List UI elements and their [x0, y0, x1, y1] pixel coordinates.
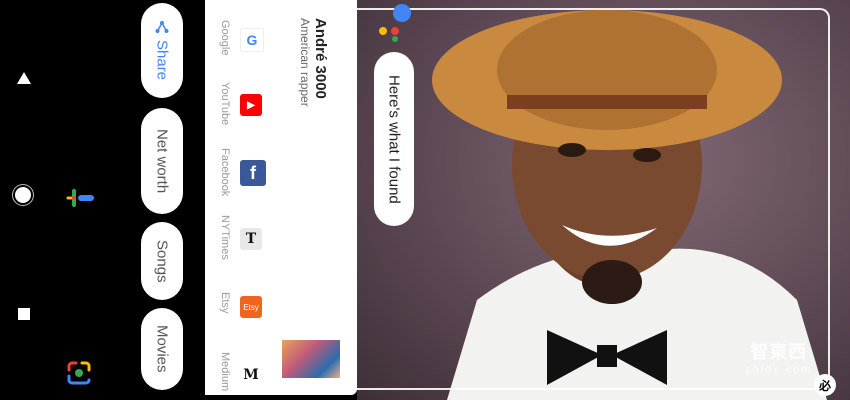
entity-subtitle: American rapper [298, 18, 312, 107]
navigation-bar [0, 0, 52, 400]
assistant-response-bubble: Here's what I found [374, 52, 414, 226]
facebook-icon[interactable]: f [240, 160, 266, 186]
source-label-etsy[interactable]: Etsy [219, 292, 231, 313]
source-label-google[interactable]: Google [219, 20, 231, 55]
movies-chip-label: Movies [153, 325, 171, 373]
google-g-icon[interactable]: G [240, 28, 264, 52]
source-label-medium[interactable]: Medium [219, 352, 231, 391]
movies-chip[interactable]: Movies [141, 308, 183, 390]
source-label-youtube[interactable]: YouTube [219, 82, 231, 125]
back-icon[interactable] [17, 72, 31, 84]
assistant-response-text: Here's what I found [385, 74, 403, 204]
share-chip[interactable]: Share [141, 3, 183, 98]
etsy-icon[interactable]: Etsy [240, 296, 262, 318]
songs-chip[interactable]: Songs [141, 222, 183, 300]
net-worth-chip-label: Net worth [153, 128, 171, 194]
assistant-mic-icon[interactable] [64, 186, 96, 210]
home-icon[interactable] [15, 187, 31, 203]
share-icon [155, 21, 169, 34]
net-worth-chip[interactable]: Net worth [141, 108, 183, 214]
nytimes-icon[interactable]: T [240, 228, 262, 250]
youtube-icon[interactable]: ▶ [240, 94, 262, 116]
share-chip-label: Share [153, 40, 171, 81]
watermark-logo: 智東西 [750, 342, 808, 362]
source-label-nytimes[interactable]: NYTimes [219, 215, 231, 260]
watermark: 智東西 zhidx.com [745, 338, 813, 376]
medium-icon[interactable]: M [240, 364, 262, 386]
entity-title: André 3000 [312, 18, 329, 99]
recent-apps-icon[interactable] [18, 308, 30, 320]
google-assistant-dots-icon [379, 4, 411, 42]
knowledge-card[interactable] [205, 0, 357, 395]
google-lens-icon[interactable] [66, 360, 92, 386]
source-label-facebook[interactable]: Facebook [219, 148, 231, 196]
corner-badge-button[interactable]: 必 [814, 374, 836, 396]
watermark-url: zhidx.com [745, 364, 813, 376]
entity-thumbnail[interactable] [282, 340, 340, 378]
songs-chip-label: Songs [153, 239, 171, 283]
lens-selection-frame[interactable] [357, 8, 830, 390]
